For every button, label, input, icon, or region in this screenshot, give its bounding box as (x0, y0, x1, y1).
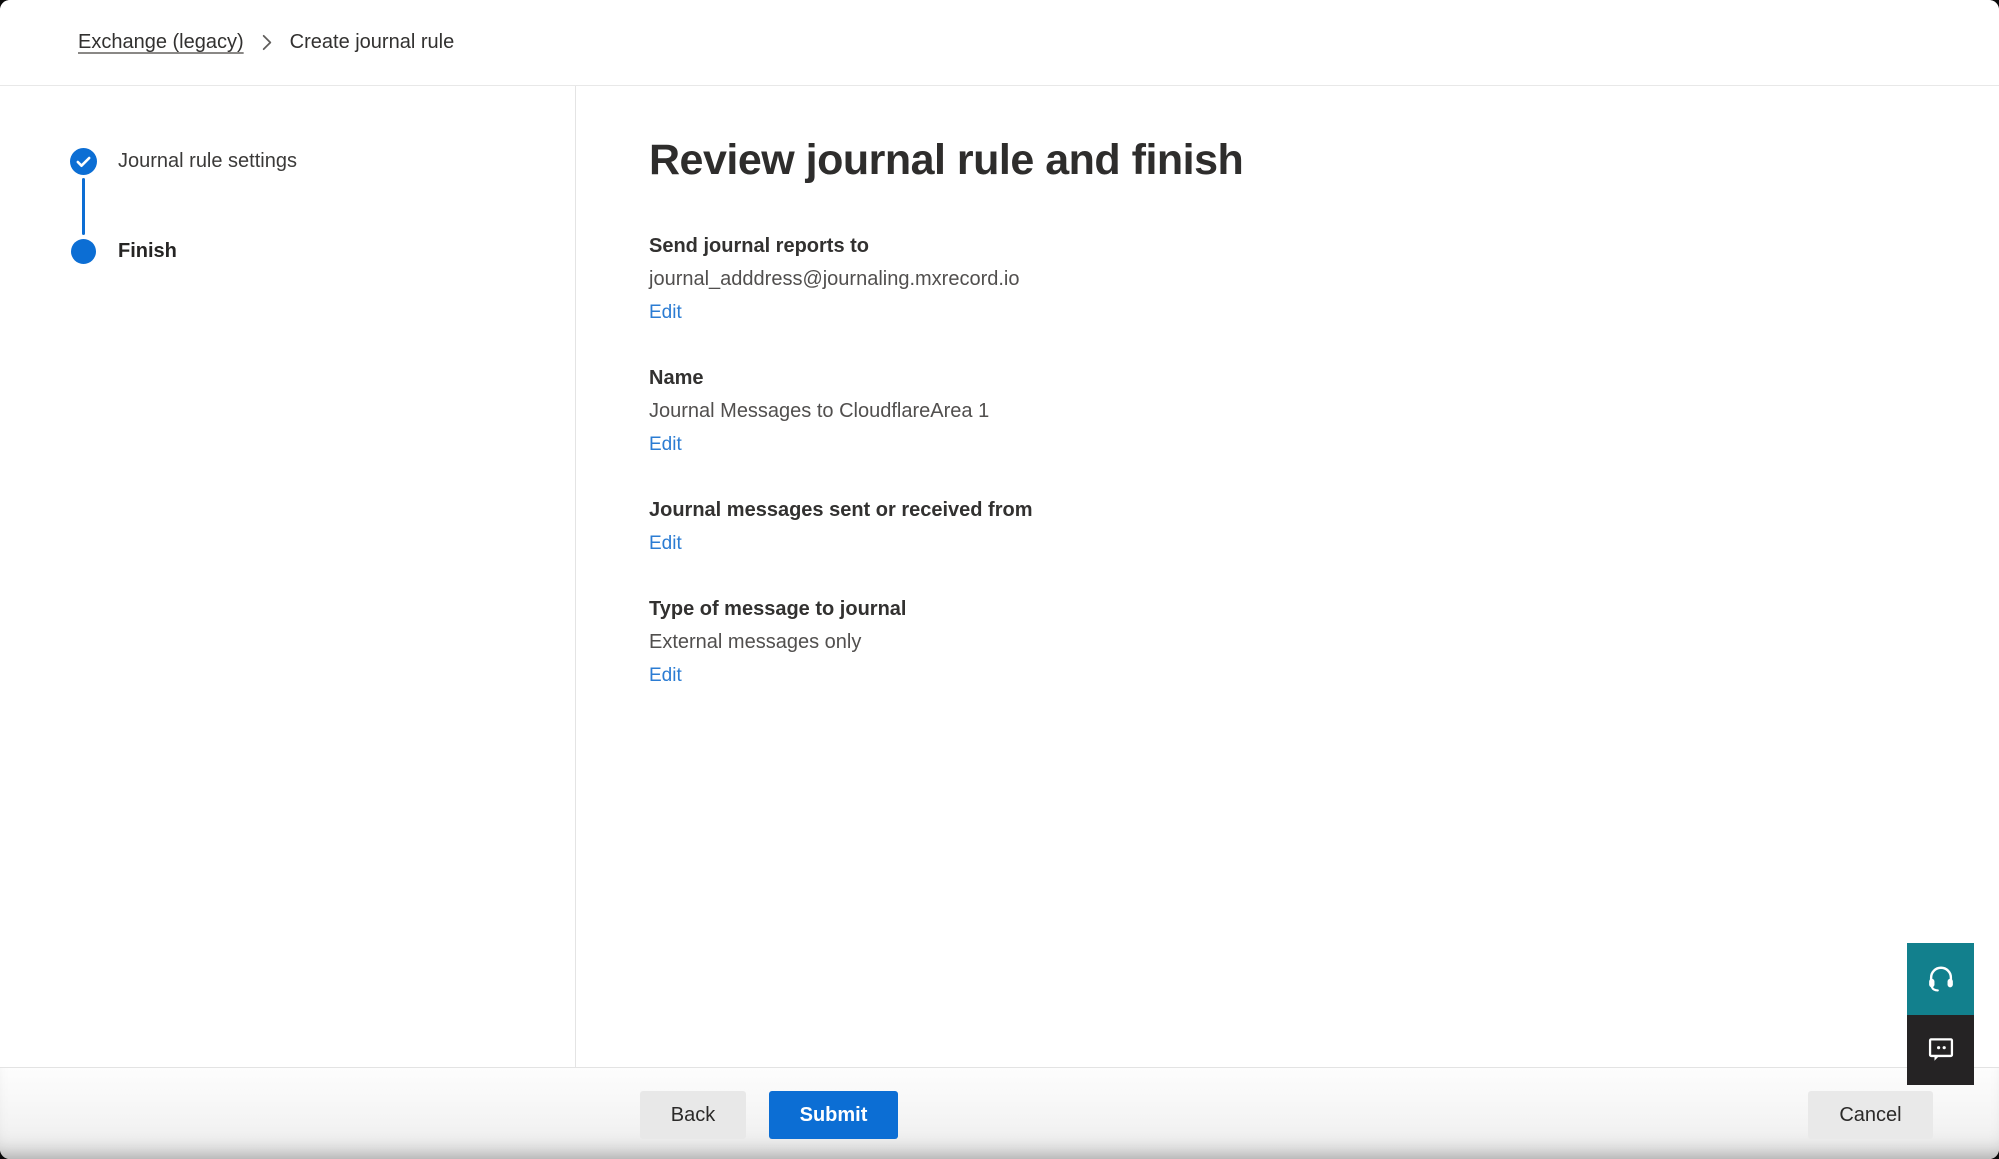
edit-link[interactable]: Edit (649, 428, 682, 461)
step-current-dot-icon (70, 238, 97, 265)
cancel-button[interactable]: Cancel (1808, 1091, 1933, 1139)
wizard-stepper: Journal rule settings Finish (0, 86, 576, 1067)
headset-icon (1925, 962, 1957, 997)
wizard-footer: Back Submit Cancel (0, 1067, 1999, 1159)
wizard-body: Journal rule settings Finish Review jour… (0, 86, 1999, 1067)
breadcrumb: Exchange (legacy) Create journal rule (0, 0, 1999, 86)
review-section-name: Name Journal Messages to CloudflareArea … (649, 362, 1939, 461)
feedback-button[interactable] (1907, 1015, 1974, 1085)
stepper-connector-line (82, 178, 85, 235)
section-value: journal_adddress@journaling.mxrecord.io (649, 263, 1939, 296)
step-completed-check-icon (70, 148, 97, 175)
section-label: Journal messages sent or received from (649, 494, 1939, 527)
section-label: Name (649, 362, 1939, 395)
help-support-button[interactable] (1907, 943, 1974, 1015)
review-panel: Review journal rule and finish Send jour… (576, 86, 1999, 1067)
stepper-step-journal-rule-settings[interactable]: Journal rule settings (70, 148, 575, 175)
section-value: External messages only (649, 626, 1939, 659)
review-section-type-of-message-to-journal: Type of message to journal External mess… (649, 593, 1939, 692)
breadcrumb-exchange-legacy-link[interactable]: Exchange (legacy) (78, 31, 244, 54)
section-value: Journal Messages to CloudflareArea 1 (649, 395, 1939, 428)
stepper-step-finish[interactable]: Finish (70, 238, 575, 265)
step-label: Finish (118, 240, 177, 263)
section-label: Type of message to journal (649, 593, 1939, 626)
submit-button[interactable]: Submit (769, 1091, 898, 1139)
step-label: Journal rule settings (118, 150, 297, 173)
section-label: Send journal reports to (649, 230, 1939, 263)
review-section-send-journal-reports-to: Send journal reports to journal_adddress… (649, 230, 1939, 329)
breadcrumb-current: Create journal rule (290, 31, 455, 54)
floating-action-buttons (1907, 943, 1974, 1085)
page-title: Review journal rule and finish (649, 136, 1939, 185)
breadcrumb-chevron-icon (262, 34, 272, 51)
chat-bubble-icon (1925, 1033, 1957, 1068)
create-journal-rule-window: Exchange (legacy) Create journal rule Jo… (0, 0, 1999, 1159)
back-button[interactable]: Back (640, 1091, 746, 1139)
edit-link[interactable]: Edit (649, 659, 682, 692)
edit-link[interactable]: Edit (649, 296, 682, 329)
edit-link[interactable]: Edit (649, 527, 682, 560)
review-section-journal-messages-sent-or-received-from: Journal messages sent or received from E… (649, 494, 1939, 560)
